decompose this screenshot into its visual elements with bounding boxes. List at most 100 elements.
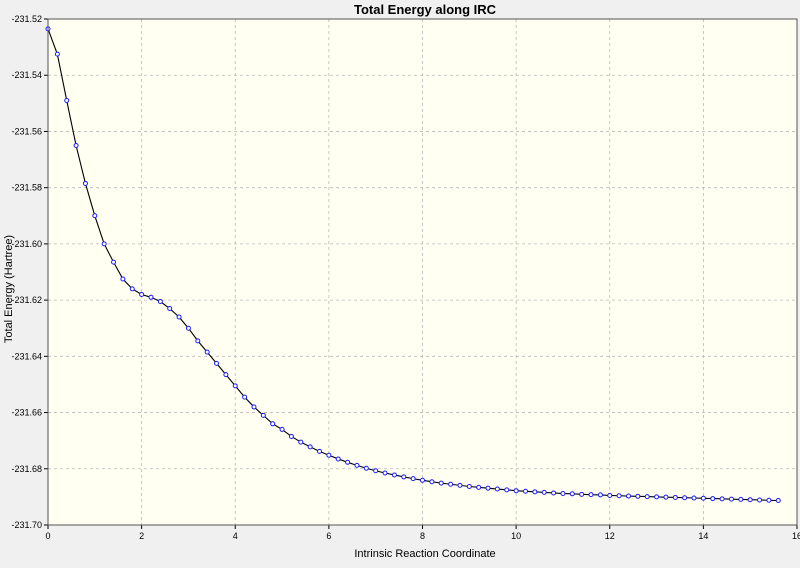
data-point — [569, 491, 575, 497]
data-point — [345, 459, 351, 465]
data-point — [663, 494, 669, 500]
data-point — [148, 294, 154, 300]
data-point — [532, 489, 538, 495]
data-point — [719, 496, 725, 502]
data-point — [54, 51, 60, 57]
data-point — [728, 496, 734, 502]
data-point — [429, 479, 435, 485]
x-tick-label: 6 — [326, 531, 331, 541]
data-point — [682, 495, 688, 501]
data-point — [747, 497, 753, 503]
data-point — [644, 494, 650, 500]
data-point — [700, 495, 706, 501]
y-tick-label: -231.60 — [11, 239, 42, 249]
x-tick-label: 0 — [45, 531, 50, 541]
y-tick-label: -231.56 — [11, 126, 42, 136]
data-point — [616, 493, 622, 499]
data-point — [654, 494, 660, 500]
x-tick-label: 2 — [139, 531, 144, 541]
data-point — [597, 492, 603, 498]
x-tick-label: 12 — [605, 531, 615, 541]
y-tick-label: -231.64 — [11, 351, 42, 361]
data-point — [382, 470, 388, 476]
data-point — [176, 314, 182, 320]
data-point — [223, 372, 229, 378]
data-point — [373, 468, 379, 474]
data-point — [92, 213, 98, 219]
y-tick-label: -231.58 — [11, 183, 42, 193]
data-point — [438, 480, 444, 486]
data-point — [73, 143, 79, 148]
data-point — [410, 476, 416, 482]
data-point — [279, 426, 285, 432]
data-point — [466, 483, 472, 489]
data-point — [691, 495, 697, 501]
data-point — [775, 498, 781, 504]
x-tick-label: 4 — [233, 531, 238, 541]
data-point — [82, 180, 88, 186]
data-point — [204, 349, 210, 355]
data-point — [111, 259, 117, 265]
data-point — [710, 496, 716, 502]
data-point — [494, 486, 500, 492]
data-point — [766, 497, 772, 503]
data-point — [139, 291, 145, 297]
y-tick-label: -231.66 — [11, 408, 42, 418]
y-tick-label: -231.54 — [11, 70, 42, 80]
y-tick-label: -231.68 — [11, 464, 42, 474]
data-point — [579, 491, 585, 497]
y-tick-label: -231.70 — [11, 520, 42, 530]
data-point — [185, 325, 191, 331]
y-tick-label: -231.52 — [11, 14, 42, 24]
data-point — [588, 492, 594, 498]
data-point — [64, 98, 70, 104]
chart-svg: 0 2 4 6 8 10 12 14 16 -231.52 -231.54 -231.56 -231.5… — [3, 2, 800, 560]
data-point — [420, 477, 425, 483]
data-point — [242, 394, 248, 400]
data-point — [167, 306, 173, 312]
data-point — [298, 439, 304, 445]
data-point — [260, 412, 266, 418]
data-point — [738, 496, 744, 502]
data-point — [541, 489, 547, 495]
data-point — [476, 484, 482, 490]
data-point — [307, 444, 313, 450]
data-point — [157, 299, 163, 305]
data-point — [129, 286, 135, 292]
data-point — [326, 452, 332, 458]
data-point — [672, 494, 678, 500]
x-tick-label: 16 — [792, 531, 800, 541]
x-axis-label: Intrinsic Reaction Coordinate — [354, 548, 495, 560]
data-point — [625, 493, 631, 499]
data-point — [513, 488, 519, 494]
data-point — [560, 491, 566, 497]
x-tick-label: 10 — [511, 531, 521, 541]
data-point — [317, 448, 323, 454]
data-point — [757, 497, 763, 503]
chart-title: Total Energy along IRC — [354, 2, 497, 17]
data-point — [401, 474, 407, 480]
data-point — [448, 481, 454, 487]
data-point — [251, 404, 257, 410]
data-point — [635, 493, 641, 499]
x-tick-label: 8 — [420, 531, 425, 541]
irc-chart: 0 2 4 6 8 10 12 14 16 -231.52 -231.54 -231.56 -231.5… — [0, 0, 800, 563]
data-point — [354, 462, 360, 468]
y-axis-label: Total Energy (Hartree) — [3, 235, 15, 343]
data-point — [551, 490, 557, 496]
data-point — [270, 421, 276, 427]
data-point — [195, 338, 201, 344]
data-point — [607, 492, 613, 498]
data-point — [522, 488, 528, 494]
y-tick-label: -231.62 — [11, 295, 42, 305]
data-point — [335, 456, 341, 462]
data-point — [457, 482, 463, 488]
data-point — [120, 276, 126, 282]
data-point — [101, 241, 107, 247]
data-point — [288, 433, 294, 439]
data-point — [485, 485, 491, 491]
data-point — [504, 487, 510, 493]
data-point — [363, 465, 369, 471]
data-point — [232, 383, 238, 389]
data-point — [391, 472, 397, 478]
